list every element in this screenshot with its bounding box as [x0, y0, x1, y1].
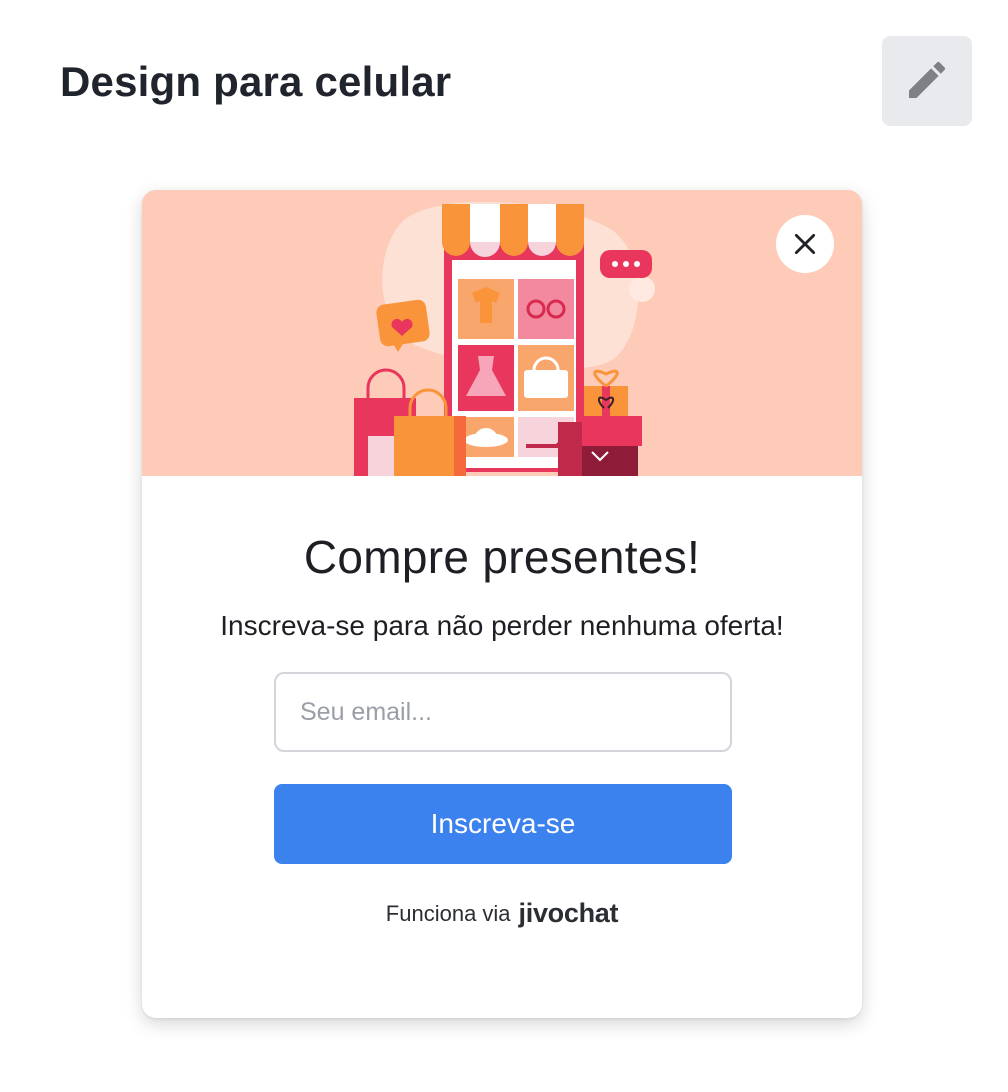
pencil-icon — [903, 56, 951, 107]
shop-gifts-illustration — [354, 201, 655, 476]
close-icon — [792, 231, 818, 257]
popup-subtitle: Inscreva-se para não perder nenhuma ofer… — [220, 610, 784, 641]
close-button[interactable] — [776, 215, 834, 273]
jivochat-logo[interactable]: jivochat — [519, 898, 619, 929]
subscribe-button[interactable]: Inscreva-se — [274, 784, 732, 864]
powered-by: Funciona via jivochat — [142, 898, 862, 929]
popup-preview: Compre presentes! Inscreva-se para não p… — [142, 190, 862, 1018]
edit-button[interactable] — [882, 36, 972, 126]
email-field[interactable] — [274, 672, 732, 752]
page-title: Design para celular — [60, 58, 452, 105]
powered-by-text: Funciona via — [385, 900, 511, 926]
popup-banner — [142, 190, 862, 476]
popup-headline: Compre presentes! — [303, 531, 701, 583]
